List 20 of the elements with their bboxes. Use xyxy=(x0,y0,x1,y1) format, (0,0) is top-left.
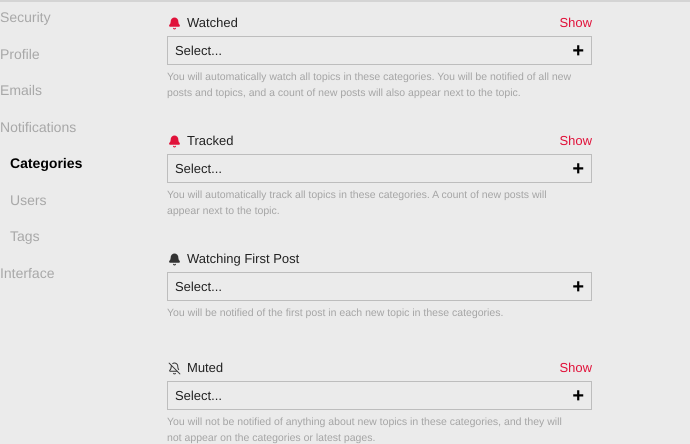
category-select[interactable]: Select... + xyxy=(167,272,592,301)
section-label: Muted xyxy=(187,359,224,378)
hint-text: You will be notified of the first post in each new topic in these categories. xyxy=(167,306,504,321)
show-link[interactable]: Show xyxy=(559,358,592,378)
section-label: Tracked xyxy=(187,132,234,150)
hint-text: You will not be notified of anything about new topics in these categories, and they will not appear on the categories or latest pages. xyxy=(167,415,563,444)
show-link[interactable]: Show xyxy=(559,131,592,151)
sidebar-subitem[interactable]: Categories xyxy=(0,148,160,184)
show-link[interactable]: Show xyxy=(559,13,592,33)
section-label: Watched xyxy=(187,14,238,32)
category-select[interactable]: Select... + xyxy=(167,381,592,410)
hint-text: You will automatically watch all topics in these categories. You will be notified of all new posts and topics, and a count of new posts will also appear next to the topic. xyxy=(167,70,572,101)
hint-text: You will automatically track all topics in these categories. A count of new posts will appear next to the topic. xyxy=(167,188,548,219)
category-select[interactable]: Select... + xyxy=(167,154,592,183)
section-label: Watching First Post xyxy=(187,250,300,268)
category-select[interactable]: Select... + xyxy=(167,36,592,65)
add-icon: + xyxy=(572,158,584,178)
add-icon: + xyxy=(572,40,584,60)
add-icon: + xyxy=(572,276,584,296)
add-icon: + xyxy=(572,386,584,406)
